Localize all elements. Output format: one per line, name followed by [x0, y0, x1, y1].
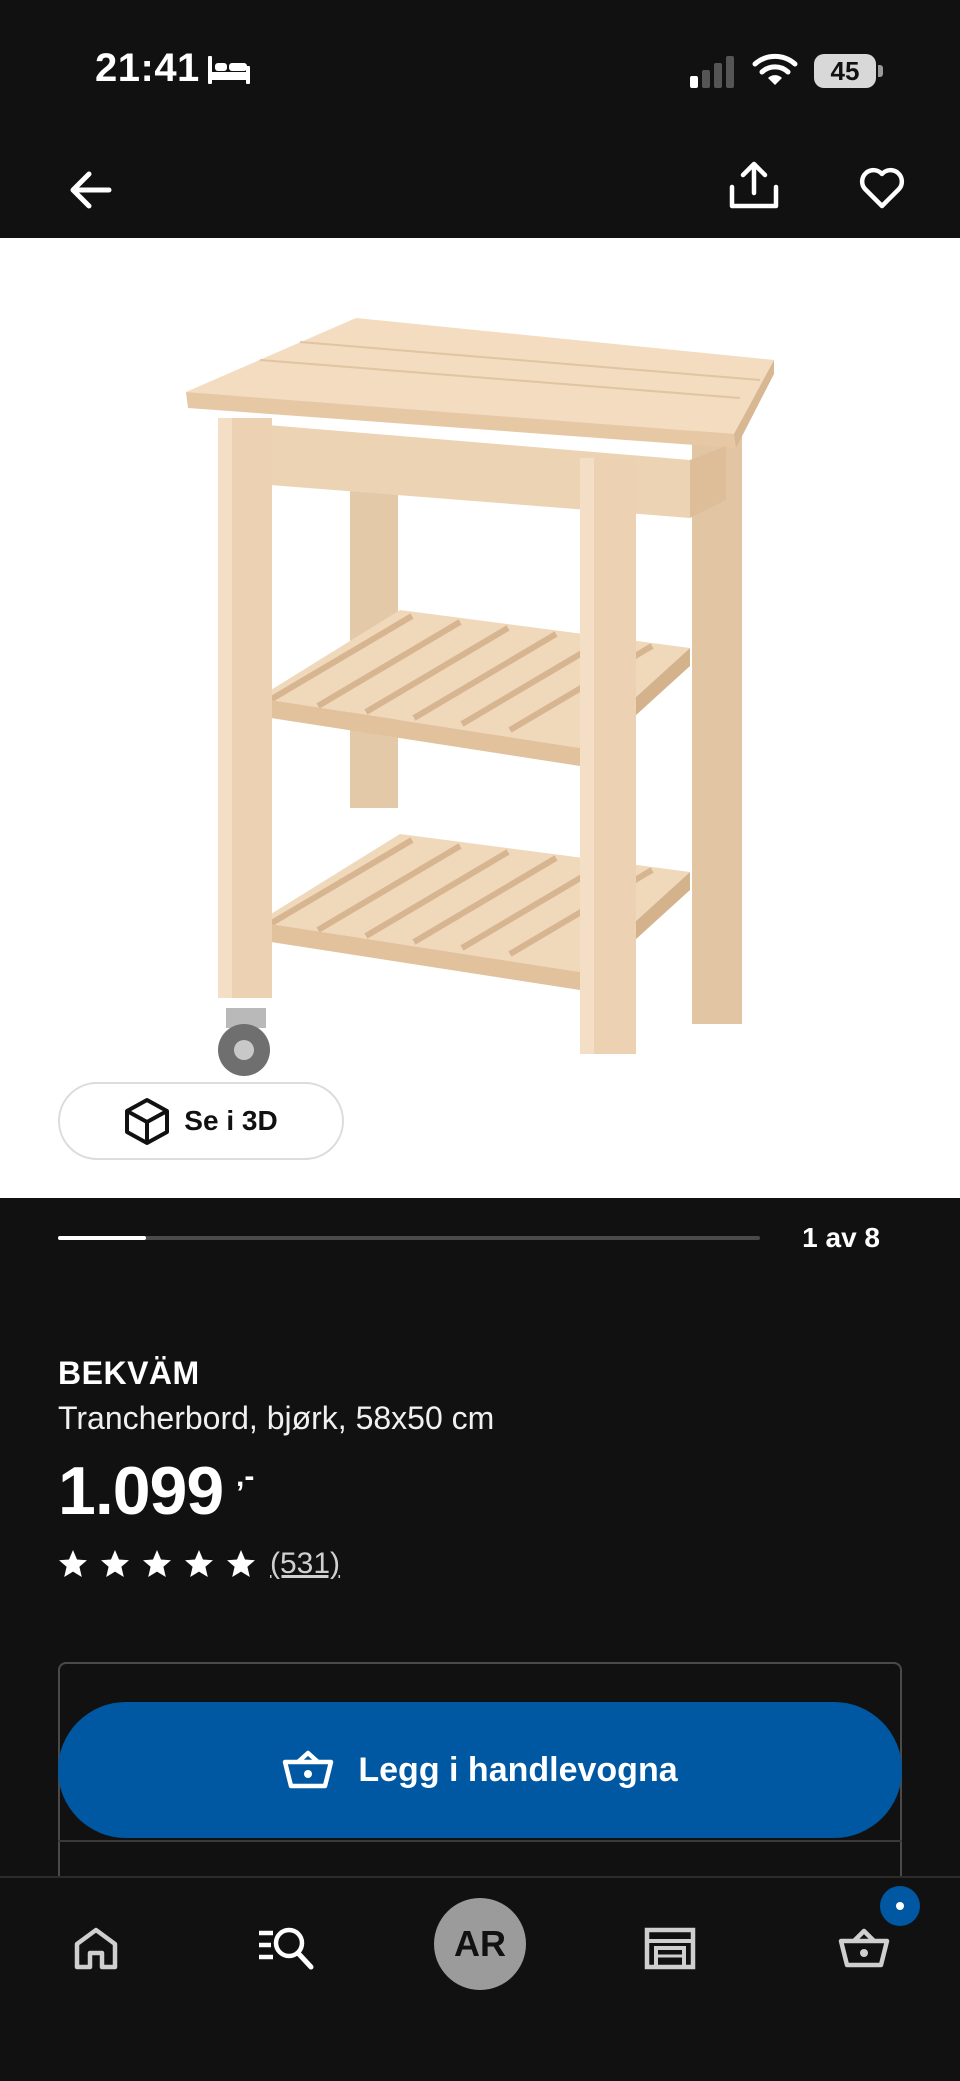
- view-in-3d-button[interactable]: Se i 3D: [58, 1082, 344, 1160]
- rating-stars: [58, 1549, 256, 1579]
- product-brand: BEKVÄM: [58, 1355, 200, 1391]
- bed-icon: [208, 56, 250, 84]
- star-icon: [101, 1550, 129, 1577]
- store-icon: [644, 1927, 696, 1970]
- cart-icon: [838, 1928, 890, 1968]
- review-count-link[interactable]: (531): [270, 1547, 340, 1581]
- tab-store[interactable]: [630, 1908, 710, 1988]
- basket-icon: [283, 1750, 334, 1789]
- favourite-button[interactable]: [850, 156, 914, 220]
- add-to-cart-label: Legg i handlevogna: [358, 1750, 678, 1789]
- divider: [58, 1840, 902, 1842]
- tab-ar[interactable]: AR: [434, 1898, 526, 1990]
- star-icon: [143, 1550, 171, 1577]
- add-to-cart-button[interactable]: Legg i handlevogna: [58, 1702, 902, 1838]
- product-rating[interactable]: (531): [58, 1544, 340, 1584]
- search-icon: [259, 1927, 314, 1970]
- star-icon: [59, 1550, 87, 1577]
- share-icon: [729, 161, 779, 209]
- gallery-progress-bar: [58, 1236, 760, 1240]
- share-button[interactable]: [724, 152, 784, 218]
- gallery-progress-fill: [58, 1236, 146, 1240]
- star-icon: [227, 1550, 255, 1577]
- view-in-3d-label: Se i 3D: [184, 1105, 278, 1136]
- ar-label: AR: [454, 1923, 506, 1964]
- bottom-tab-bar: AR: [0, 1876, 960, 2081]
- product-image-gallery[interactable]: Se i 3D: [0, 238, 960, 1198]
- back-arrow-icon: [70, 171, 112, 209]
- gallery-counter: 1 av 8: [802, 1222, 880, 1253]
- battery-level: 45: [830, 56, 860, 86]
- price-suffix: ,-: [236, 1460, 255, 1493]
- cube-icon: [125, 1098, 170, 1145]
- tab-home[interactable]: [56, 1908, 136, 1988]
- star-icon: [185, 1550, 213, 1577]
- cart-badge: [880, 1886, 920, 1926]
- nav-header: [0, 140, 960, 238]
- battery-icon: 45: [814, 54, 884, 88]
- product-description: Trancherbord, bjørk, 58x50 cm: [58, 1400, 495, 1436]
- back-button[interactable]: [60, 160, 120, 220]
- product-price: 1.099: [58, 1453, 224, 1529]
- signal-icon: [690, 56, 734, 88]
- home-icon: [74, 1927, 118, 1970]
- status-bar: 21:41 45: [0, 0, 960, 140]
- tab-search[interactable]: [246, 1908, 326, 1988]
- product-image: [186, 318, 774, 1076]
- heart-icon: [859, 167, 905, 209]
- status-time: 21:41: [95, 46, 200, 90]
- wifi-icon: [752, 53, 798, 85]
